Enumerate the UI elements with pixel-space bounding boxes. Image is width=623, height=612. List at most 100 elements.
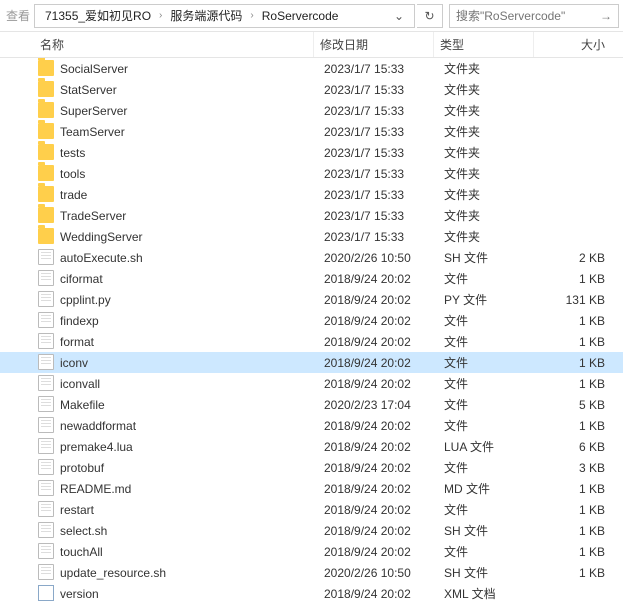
- file-name: premake4.lua: [38, 440, 318, 454]
- file-name: StatServer: [38, 83, 318, 97]
- file-size: 1 KB: [538, 545, 611, 559]
- file-modified: 2023/1/7 15:33: [318, 230, 438, 244]
- file-name: update_resource.sh: [38, 566, 318, 580]
- file-row[interactable]: ciformat2018/9/24 20:02文件1 KB: [0, 268, 623, 289]
- file-icon: [38, 396, 54, 412]
- folder-icon: [38, 144, 54, 160]
- file-row[interactable]: tools2023/1/7 15:33文件夹: [0, 163, 623, 184]
- refresh-button[interactable]: ↻: [417, 4, 443, 28]
- search-box[interactable]: →: [449, 4, 619, 28]
- file-list[interactable]: SocialServer2023/1/7 15:33文件夹StatServer2…: [0, 58, 623, 612]
- file-row[interactable]: format2018/9/24 20:02文件1 KB: [0, 331, 623, 352]
- file-row[interactable]: tests2023/1/7 15:33文件夹: [0, 142, 623, 163]
- file-row[interactable]: cpplint.py2018/9/24 20:02PY 文件131 KB: [0, 289, 623, 310]
- file-type: LUA 文件: [438, 438, 538, 455]
- file-name: README.md: [38, 482, 318, 496]
- file-size: 3 KB: [538, 461, 611, 475]
- file-type: 文件: [438, 270, 538, 287]
- file-row[interactable]: protobuf2018/9/24 20:02文件3 KB: [0, 457, 623, 478]
- file-icon: [38, 333, 54, 349]
- file-name: findexp: [38, 314, 318, 328]
- column-size[interactable]: 大小: [534, 32, 611, 57]
- file-modified: 2018/9/24 20:02: [318, 587, 438, 601]
- file-type: PY 文件: [438, 291, 538, 308]
- file-type: SH 文件: [438, 249, 538, 266]
- file-icon: [38, 249, 54, 265]
- file-icon: [38, 480, 54, 496]
- file-modified: 2018/9/24 20:02: [318, 482, 438, 496]
- file-row[interactable]: findexp2018/9/24 20:02文件1 KB: [0, 310, 623, 331]
- file-modified: 2018/9/24 20:02: [318, 377, 438, 391]
- file-name: TeamServer: [38, 125, 318, 139]
- file-icon: [38, 501, 54, 517]
- breadcrumb[interactable]: 71355_爱如初见RO › 服务端源代码 › RoServercode ⌄: [34, 4, 415, 28]
- file-type: 文件: [438, 459, 538, 476]
- file-type: 文件夹: [438, 102, 538, 119]
- file-modified: 2018/9/24 20:02: [318, 272, 438, 286]
- file-type: SH 文件: [438, 522, 538, 539]
- file-row[interactable]: StatServer2023/1/7 15:33文件夹: [0, 79, 623, 100]
- file-icon: [38, 354, 54, 370]
- file-row[interactable]: trade2023/1/7 15:33文件夹: [0, 184, 623, 205]
- file-row[interactable]: Makefile2020/2/23 17:04文件5 KB: [0, 394, 623, 415]
- file-row[interactable]: newaddformat2018/9/24 20:02文件1 KB: [0, 415, 623, 436]
- breadcrumb-segment[interactable]: RoServercode: [258, 7, 343, 25]
- file-type: 文件夹: [438, 60, 538, 77]
- file-row[interactable]: SuperServer2023/1/7 15:33文件夹: [0, 100, 623, 121]
- file-name: TradeServer: [38, 209, 318, 223]
- file-name: iconvall: [38, 377, 318, 391]
- file-row[interactable]: README.md2018/9/24 20:02MD 文件1 KB: [0, 478, 623, 499]
- breadcrumb-segment[interactable]: 71355_爱如初见RO: [41, 5, 155, 26]
- file-row[interactable]: autoExecute.sh2020/2/26 10:50SH 文件2 KB: [0, 247, 623, 268]
- file-row[interactable]: restart2018/9/24 20:02文件1 KB: [0, 499, 623, 520]
- chevron-down-icon[interactable]: ⌄: [390, 9, 408, 23]
- file-row[interactable]: version2018/9/24 20:02XML 文档: [0, 583, 623, 604]
- file-row[interactable]: touchAll2018/9/24 20:02文件1 KB: [0, 541, 623, 562]
- search-go-icon[interactable]: →: [596, 9, 612, 23]
- file-modified: 2023/1/7 15:33: [318, 62, 438, 76]
- search-input[interactable]: [456, 9, 596, 23]
- file-modified: 2023/1/7 15:33: [318, 104, 438, 118]
- file-modified: 2018/9/24 20:02: [318, 419, 438, 433]
- breadcrumb-segment[interactable]: 服务端源代码: [166, 5, 246, 26]
- view-button[interactable]: 查看: [4, 4, 32, 28]
- file-modified: 2018/9/24 20:02: [318, 314, 438, 328]
- file-type: 文件夹: [438, 186, 538, 203]
- file-row[interactable]: WeddingServer2023/1/7 15:33文件夹: [0, 226, 623, 247]
- file-size: 6 KB: [538, 440, 611, 454]
- file-name: touchAll: [38, 545, 318, 559]
- chevron-right-icon: ›: [157, 10, 164, 21]
- file-icon: [38, 459, 54, 475]
- file-size: 1 KB: [538, 482, 611, 496]
- file-name: WeddingServer: [38, 230, 318, 244]
- file-icon: [38, 522, 54, 538]
- file-icon: [38, 417, 54, 433]
- file-type: 文件: [438, 375, 538, 392]
- file-row[interactable]: iconv2018/9/24 20:02文件1 KB: [0, 352, 623, 373]
- file-type: 文件夹: [438, 165, 538, 182]
- file-size: 1 KB: [538, 272, 611, 286]
- file-modified: 2018/9/24 20:02: [318, 545, 438, 559]
- file-icon: [38, 270, 54, 286]
- file-row[interactable]: select.sh2018/9/24 20:02SH 文件1 KB: [0, 520, 623, 541]
- file-type: 文件: [438, 354, 538, 371]
- file-row[interactable]: premake4.lua2018/9/24 20:02LUA 文件6 KB: [0, 436, 623, 457]
- file-row[interactable]: TradeServer2023/1/7 15:33文件夹: [0, 205, 623, 226]
- column-type[interactable]: 类型: [434, 32, 534, 57]
- file-name: SuperServer: [38, 104, 318, 118]
- file-name: autoExecute.sh: [38, 251, 318, 265]
- file-name: cpplint.py: [38, 293, 318, 307]
- column-modified[interactable]: 修改日期: [314, 32, 434, 57]
- file-name: ciformat: [38, 272, 318, 286]
- file-name: restart: [38, 503, 318, 517]
- address-toolbar: 查看 71355_爱如初见RO › 服务端源代码 › RoServercode …: [0, 0, 623, 32]
- file-icon: [38, 543, 54, 559]
- column-name[interactable]: 名称: [34, 32, 314, 57]
- file-modified: 2018/9/24 20:02: [318, 356, 438, 370]
- file-row[interactable]: SocialServer2023/1/7 15:33文件夹: [0, 58, 623, 79]
- file-size: 1 KB: [538, 503, 611, 517]
- chevron-right-icon: ›: [248, 10, 255, 21]
- file-row[interactable]: iconvall2018/9/24 20:02文件1 KB: [0, 373, 623, 394]
- file-row[interactable]: update_resource.sh2020/2/26 10:50SH 文件1 …: [0, 562, 623, 583]
- file-row[interactable]: TeamServer2023/1/7 15:33文件夹: [0, 121, 623, 142]
